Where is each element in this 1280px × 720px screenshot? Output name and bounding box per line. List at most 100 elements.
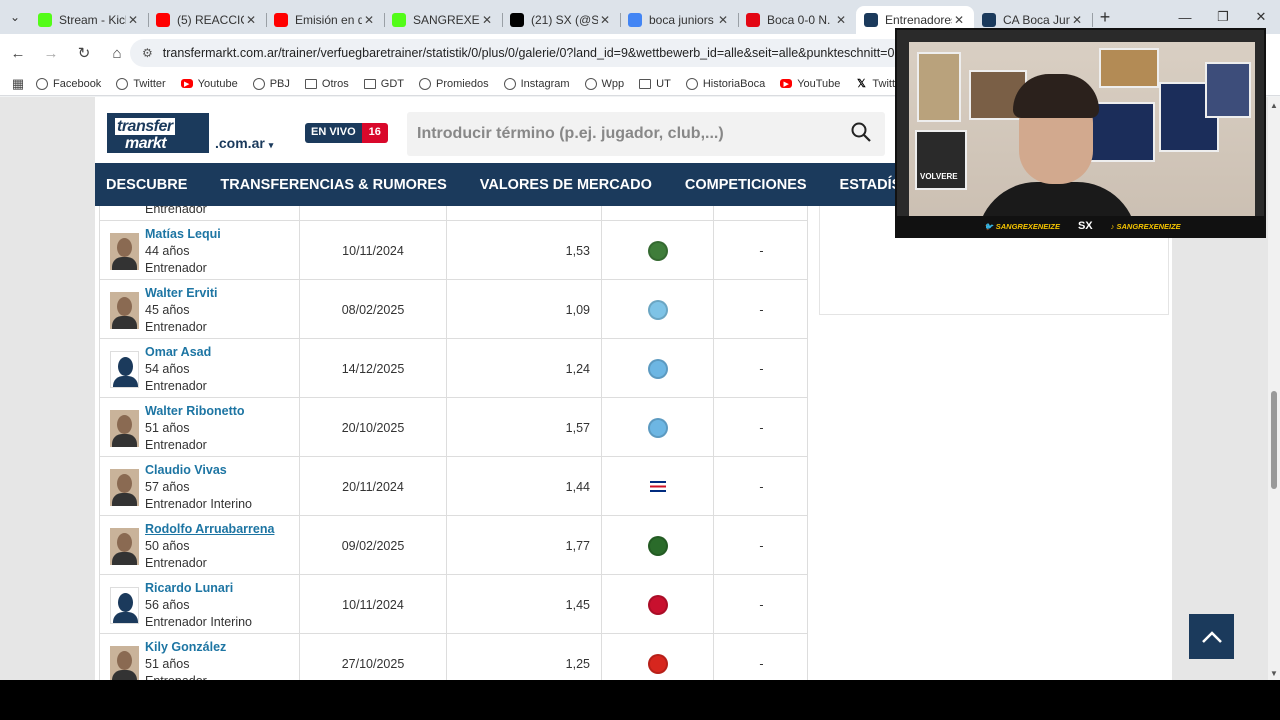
coach-cell: Matías Lequi 44 años Entrenador [100, 221, 300, 280]
bookmark-label: Instagram [520, 77, 570, 90]
logo-line-1: transfer [115, 118, 175, 135]
coach-role: Entrenador [145, 320, 207, 334]
live-badge[interactable]: EN VIVO 16 [305, 123, 388, 143]
address-bar[interactable]: ⚙ transfermarkt.com.ar/trainer/verfuegba… [130, 39, 910, 67]
coach-photo[interactable] [110, 410, 139, 447]
apps-grid-icon[interactable]: ▦ [0, 76, 36, 92]
photo-head [117, 474, 132, 493]
tab-close-icon[interactable]: ✕ [1070, 13, 1084, 27]
browser-tab[interactable]: Emisión en di ✕ [266, 6, 385, 34]
home-icon[interactable]: ⌂ [102, 38, 132, 68]
tab-title: Emisión en di [295, 13, 362, 27]
bookmark-item[interactable]: PBJ [252, 77, 290, 90]
tab-close-icon[interactable]: ✕ [126, 13, 140, 27]
page-scrollbar[interactable]: ▲ ▼ [1268, 97, 1280, 680]
club-crest-icon[interactable] [647, 535, 668, 556]
site-domain[interactable]: .com.ar ▾ [215, 135, 273, 151]
tab-close-icon[interactable]: ✕ [716, 13, 730, 27]
tab-search-chevron-icon[interactable]: ⌄ [0, 0, 30, 34]
site-info-icon[interactable]: ⚙ [142, 46, 153, 60]
globe-icon [116, 77, 129, 90]
table-row: Omar Asad 54 años Entrenador 14/12/2025 1,24… [100, 339, 807, 398]
flag-icon[interactable] [649, 481, 666, 492]
nav-item[interactable]: TRANSFERENCIAS & RUMORES [220, 177, 446, 193]
table-row: Rodolfo Arruabarrena 50 años Entrenador 09/… [100, 516, 807, 575]
coach-name-link[interactable]: Claudio Vivas [145, 463, 227, 477]
coach-name-link[interactable]: Matías Lequi [145, 227, 221, 241]
coach-name-link[interactable]: Kily González [145, 640, 226, 654]
browser-tab[interactable]: boca juniors ✕ [620, 6, 739, 34]
club-crest-icon[interactable] [647, 240, 668, 261]
coach-photo[interactable] [110, 587, 139, 624]
appointment-date: 10/11/2024 [300, 575, 447, 634]
bookmark-item[interactable]: Otros [304, 78, 349, 90]
photo-body [112, 670, 137, 680]
new-tab-plus-icon[interactable]: + [1092, 7, 1118, 28]
search-icon[interactable] [851, 122, 871, 142]
club-crest-icon[interactable] [647, 594, 668, 615]
bookmark-item[interactable]: Promiedos [419, 77, 489, 90]
coach-photo[interactable] [110, 233, 139, 270]
bookmark-item[interactable]: Instagram [503, 77, 570, 90]
bookmark-label: Wpp [601, 77, 625, 90]
coach-photo[interactable] [110, 646, 139, 680]
tab-close-icon[interactable]: ✕ [834, 13, 848, 27]
search-input[interactable]: Introducir término (p.ej. jugador, club,… [407, 112, 885, 156]
coach-name-link[interactable]: Walter Erviti [145, 286, 217, 300]
bookmark-item[interactable]: UT [639, 78, 671, 90]
scrollbar-thumb[interactable] [1271, 391, 1277, 489]
bookmark-item[interactable]: Facebook [36, 77, 101, 90]
extra-value: - [759, 538, 764, 553]
points-per-match: 1,53 [447, 221, 602, 280]
browser-tab[interactable]: SANGREXENE✕ [384, 6, 503, 34]
club-crest-icon[interactable] [647, 358, 668, 379]
scroll-to-top-button[interactable] [1189, 614, 1234, 659]
scroll-down-arrow-icon[interactable]: ▼ [1270, 669, 1278, 678]
transfermarkt-logo[interactable]: transfer markt [107, 113, 209, 153]
coach-age: 54 años [145, 362, 190, 376]
browser-tab[interactable]: (21) SX (@SA✕ [502, 6, 621, 34]
table-row: Matías Lequi 44 años Entrenador 10/11/2024 1… [100, 221, 807, 280]
globe-icon [584, 77, 597, 90]
reload-icon[interactable]: ↻ [69, 38, 99, 68]
transfermarkt-icon [864, 13, 878, 27]
tab-title: CA Boca Juni [1003, 13, 1070, 27]
club-crest-icon[interactable] [647, 299, 668, 320]
nav-item[interactable]: VALORES DE MERCADO [480, 177, 652, 193]
tab-close-icon[interactable]: ✕ [244, 13, 258, 27]
club-crest-icon[interactable] [647, 417, 668, 438]
browser-tab[interactable]: Boca 0-0 N. C✕ [738, 6, 857, 34]
bookmark-item[interactable]: HistoriaBoca [685, 77, 765, 90]
browser-tab[interactable]: (5) REACCIÓN✕ [148, 6, 267, 34]
browser-tab[interactable]: Stream - Kick ✕ [30, 6, 149, 34]
coach-photo[interactable] [110, 528, 139, 565]
coach-name-link[interactable]: Rodolfo Arruabarrena [145, 522, 274, 536]
coach-age: 57 años [145, 480, 190, 494]
tab-close-icon[interactable]: ✕ [362, 13, 376, 27]
photo-head [117, 297, 132, 316]
bookmark-item[interactable]: Wpp [584, 77, 625, 90]
coach-photo[interactable] [110, 469, 139, 506]
scroll-up-arrow-icon[interactable]: ▲ [1270, 101, 1278, 110]
coach-name-link[interactable]: Walter Ribonetto [145, 404, 245, 418]
nav-item[interactable]: COMPETICIONES [685, 177, 807, 193]
coach-photo[interactable] [110, 351, 139, 388]
nav-item[interactable]: DESCUBRE [106, 177, 187, 193]
tab-close-icon[interactable]: ✕ [598, 13, 612, 27]
club-crest-icon[interactable] [647, 653, 668, 674]
bookmark-item[interactable]: Twitter [116, 77, 166, 90]
forward-arrow-icon[interactable]: → [36, 38, 66, 68]
coach-role: Entrenador [145, 556, 207, 570]
folder-icon [304, 78, 317, 89]
coach-name-link[interactable]: Ricardo Lunari [145, 581, 233, 595]
bookmark-item[interactable]: GDT [363, 78, 404, 90]
screen: ⌄ Stream - Kick✕(5) REACCIÓN✕Emisión en … [0, 0, 1280, 720]
back-arrow-icon[interactable]: ← [3, 38, 33, 68]
coach-photo[interactable] [110, 292, 139, 329]
tab-close-icon[interactable]: ✕ [480, 13, 494, 27]
bookmark-item[interactable]: ▶ YouTube [780, 78, 840, 90]
tab-close-icon[interactable]: ✕ [952, 13, 966, 27]
coach-name-link[interactable]: Omar Asad [145, 345, 211, 359]
bookmark-item[interactable]: ▶ Youtube [180, 78, 238, 90]
photo-body [112, 493, 137, 506]
